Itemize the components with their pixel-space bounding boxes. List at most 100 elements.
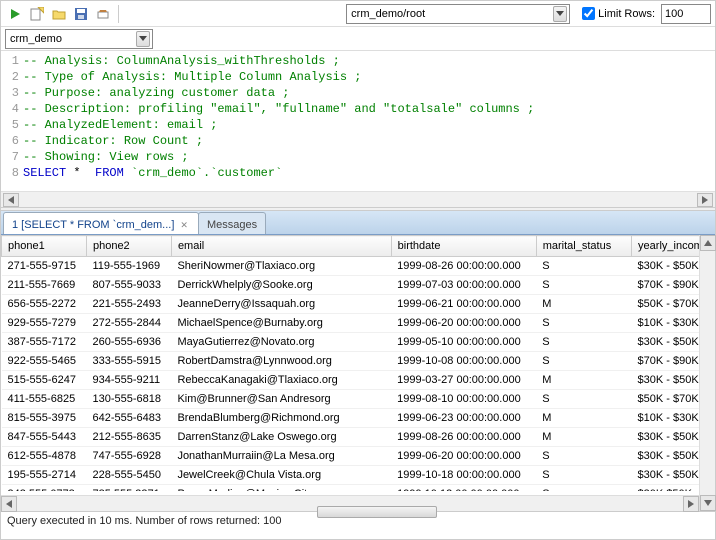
table-row[interactable]: 211-555-7669807-555-9033DerrickWhelply@S… — [2, 276, 715, 295]
open-icon[interactable] — [49, 4, 69, 24]
column-header[interactable]: marital_status — [536, 236, 631, 257]
scroll-right-icon[interactable] — [683, 496, 699, 512]
table-cell: 119-555-1969 — [86, 257, 171, 276]
table-cell: 212-555-8635 — [86, 428, 171, 447]
sql-editor[interactable]: 1-- Analysis: ColumnAnalysis_withThresho… — [1, 51, 715, 191]
clear-icon[interactable] — [93, 4, 113, 24]
table-cell: 228-555-5450 — [86, 466, 171, 485]
table-cell: 211-555-7669 — [2, 276, 87, 295]
table-cell: 333-555-5915 — [86, 352, 171, 371]
grid-hscrollbar[interactable] — [1, 495, 699, 511]
table-cell: 934-555-9211 — [86, 371, 171, 390]
table-row[interactable]: 929-555-7279272-555-2844MichaelSpence@Bu… — [2, 314, 715, 333]
grid-header-row: phone1phone2emailbirthdatemarital_status… — [2, 236, 715, 257]
table-cell: RobertDamstra@Lynnwood.org — [171, 352, 391, 371]
result-grid-scroll[interactable]: phone1phone2emailbirthdatemarital_status… — [1, 235, 715, 491]
scroll-left-icon[interactable] — [1, 496, 17, 512]
new-sql-icon[interactable] — [27, 4, 47, 24]
tab-messages-label: Messages — [207, 219, 257, 231]
table-cell: PeggyMedine@Mexico City org — [171, 485, 391, 492]
chevron-down-icon[interactable] — [136, 31, 150, 47]
column-header[interactable]: email — [171, 236, 391, 257]
table-row[interactable]: 815-555-3975642-555-6483BrendaBlumberg@R… — [2, 409, 715, 428]
table-cell: S — [536, 333, 631, 352]
table-row[interactable]: 515-555-6247934-555-9211RebeccaKanagaki@… — [2, 371, 715, 390]
table-cell: 272-555-2844 — [86, 314, 171, 333]
table-row[interactable]: 656-555-2272221-555-2493JeanneDerry@Issa… — [2, 295, 715, 314]
table-cell: MayaGutierrez@Novato.org — [171, 333, 391, 352]
table-cell: 1999-10-08 00:00:00.000 — [391, 352, 536, 371]
table-cell: S — [536, 257, 631, 276]
table-row[interactable]: 922-555-5465333-555-5915RobertDamstra@Ly… — [2, 352, 715, 371]
table-cell: 1999-06-21 00:00:00.000 — [391, 295, 536, 314]
line-number: 6 — [5, 133, 19, 149]
save-icon[interactable] — [71, 4, 91, 24]
scrollbar-thumb[interactable] — [317, 506, 437, 518]
scroll-up-icon[interactable] — [700, 235, 716, 251]
limit-rows-check[interactable] — [582, 7, 595, 20]
connection-combo[interactable]: crm_demo/root — [346, 4, 570, 24]
sql-comment: -- Analysis: ColumnAnalysis_withThreshol… — [23, 53, 340, 69]
limit-rows-input[interactable] — [661, 4, 711, 24]
table-cell: 260-555-6936 — [86, 333, 171, 352]
status-text: Query executed in 10 ms. Number of rows … — [7, 515, 282, 527]
column-header[interactable]: phone1 — [2, 236, 87, 257]
scroll-left-icon[interactable] — [3, 193, 19, 207]
table-cell: 1999-08-10 00:00:00.000 — [391, 390, 536, 409]
chevron-down-icon[interactable] — [553, 6, 567, 22]
table-cell: 1999-03-27 00:00:00.000 — [391, 371, 536, 390]
table-row[interactable]: 847-555-5443212-555-8635DarrenStanz@Lake… — [2, 428, 715, 447]
scroll-right-icon[interactable] — [697, 193, 713, 207]
table-cell: S — [536, 314, 631, 333]
sql-comment: -- Description: profiling "email", "full… — [23, 101, 534, 117]
table-row[interactable]: 195-555-2714228-555-5450JewelCreek@Chula… — [2, 466, 715, 485]
schema-combo-text: crm_demo — [10, 33, 134, 45]
tab-result[interactable]: 1 [SELECT * FROM `crm_dem...] ✕ — [3, 212, 199, 234]
close-icon[interactable]: ✕ — [178, 220, 190, 231]
scroll-down-icon[interactable] — [700, 495, 716, 511]
separator — [118, 5, 119, 23]
run-icon[interactable] — [5, 4, 25, 24]
table-cell: 1999-08-26 00:00:00.000 — [391, 257, 536, 276]
table-cell: M — [536, 428, 631, 447]
table-cell: 130-555-6818 — [86, 390, 171, 409]
tab-result-label: 1 [SELECT * FROM `crm_dem...] — [12, 219, 174, 231]
schema-combo[interactable]: crm_demo — [5, 29, 153, 49]
table-cell: DerrickWhelply@Sooke.org — [171, 276, 391, 295]
table-cell: S — [536, 352, 631, 371]
table-cell: S — [536, 390, 631, 409]
table-cell: 221-555-2493 — [86, 295, 171, 314]
result-grid: phone1phone2emailbirthdatemarital_status… — [1, 235, 715, 491]
line-number: 5 — [5, 117, 19, 133]
main-toolbar: crm_demo/root Limit Rows: — [1, 1, 715, 27]
editor-hscrollbar[interactable] — [1, 191, 715, 207]
line-number: 3 — [5, 85, 19, 101]
sql-comment: -- Showing: View rows ; — [23, 149, 189, 165]
table-cell: 1999-06-20 00:00:00.000 — [391, 447, 536, 466]
table-cell: JeanneDerry@Issaquah.org — [171, 295, 391, 314]
table-row[interactable]: 612-555-4878747-555-6928JonathanMurraiin… — [2, 447, 715, 466]
column-header[interactable]: birthdate — [391, 236, 536, 257]
sql-comment: -- AnalyzedElement: email ; — [23, 117, 217, 133]
column-header[interactable]: phone2 — [86, 236, 171, 257]
table-cell: S — [536, 276, 631, 295]
sql-comment: -- Purpose: analyzing customer data ; — [23, 85, 289, 101]
table-cell: 1999-06-23 00:00:00.000 — [391, 409, 536, 428]
line-number: 2 — [5, 69, 19, 85]
table-row[interactable]: 271-555-9715119-555-1969SheriNowmer@Tlax… — [2, 257, 715, 276]
table-row[interactable]: 411-555-6825130-555-6818Kim@Brunner@San … — [2, 390, 715, 409]
limit-rows-checkbox[interactable]: Limit Rows: — [582, 7, 655, 20]
table-cell: 785 555 3371 — [86, 485, 171, 492]
table-cell: 411-555-6825 — [2, 390, 87, 409]
table-cell: M — [536, 409, 631, 428]
table-cell: 747-555-6928 — [86, 447, 171, 466]
line-number: 1 — [5, 53, 19, 69]
grid-vscrollbar[interactable] — [699, 235, 715, 511]
table-cell: DarrenStanz@Lake Oswego.org — [171, 428, 391, 447]
table-cell: 271-555-9715 — [2, 257, 87, 276]
table-row[interactable]: 343 555 0778785 555 3371PeggyMedine@Mexi… — [2, 485, 715, 492]
line-number: 8 — [5, 165, 19, 181]
table-row[interactable]: 387-555-7172260-555-6936MayaGutierrez@No… — [2, 333, 715, 352]
tab-messages[interactable]: Messages — [198, 212, 266, 234]
table-cell: 815-555-3975 — [2, 409, 87, 428]
